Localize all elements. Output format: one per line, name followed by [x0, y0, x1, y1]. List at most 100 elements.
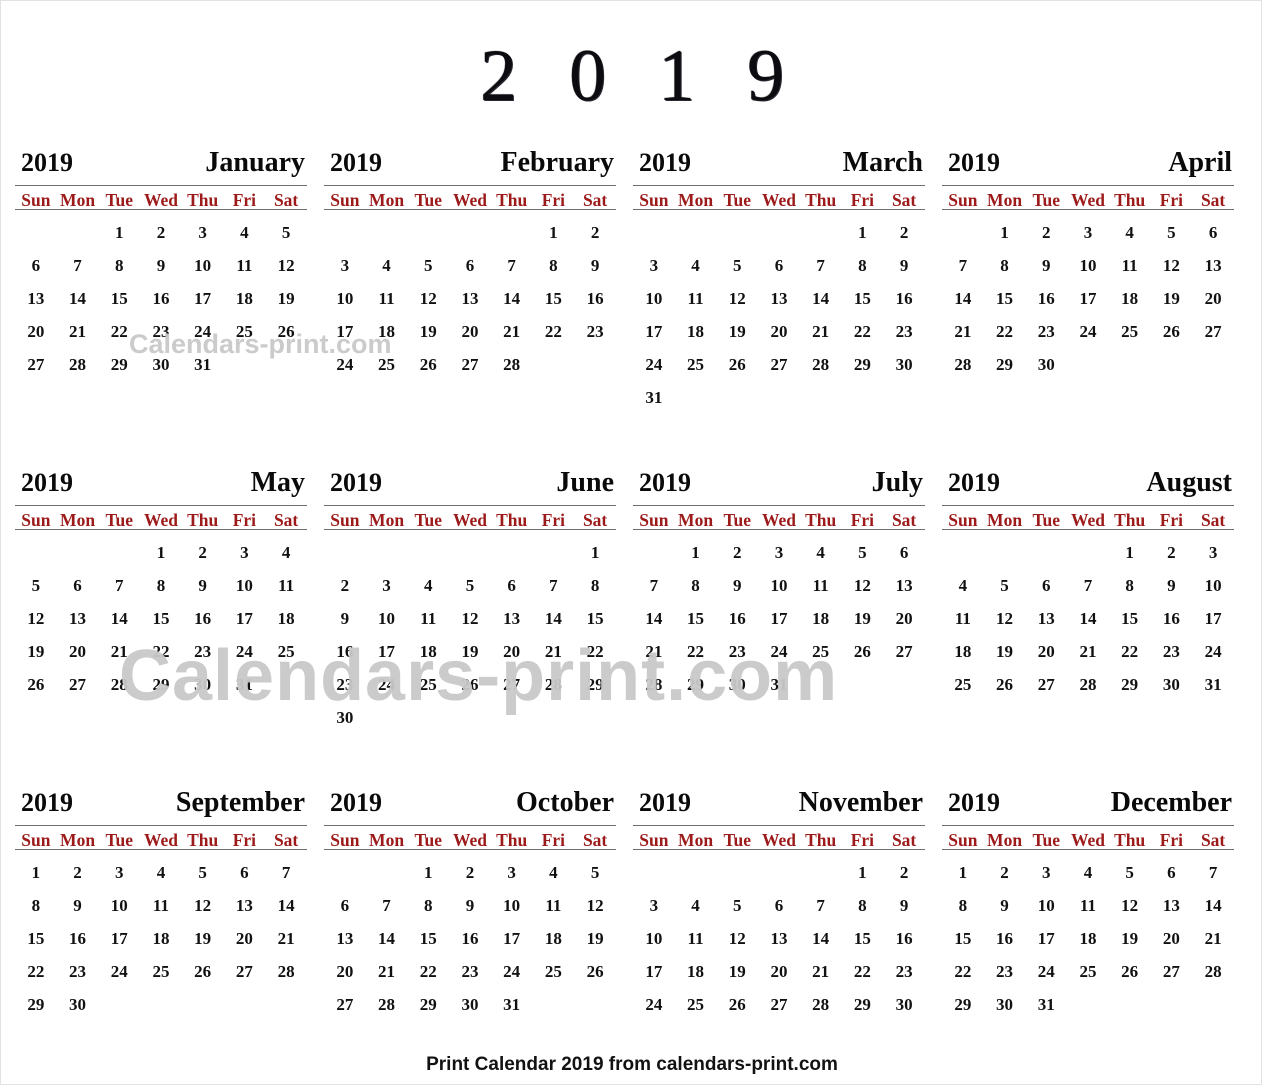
day-cell[interactable]: 14 [633, 602, 675, 635]
day-cell[interactable]: 21 [98, 635, 140, 668]
day-cell[interactable]: 3 [224, 536, 266, 569]
day-cell[interactable]: 4 [1109, 216, 1151, 249]
day-cell[interactable]: 15 [942, 922, 984, 955]
day-cell[interactable]: 24 [224, 635, 266, 668]
day-cell[interactable]: 9 [716, 569, 758, 602]
day-cell[interactable]: 7 [800, 889, 842, 922]
day-cell[interactable]: 27 [449, 348, 491, 381]
day-cell[interactable]: 4 [407, 569, 449, 602]
day-cell[interactable]: 13 [1192, 249, 1234, 282]
day-cell[interactable]: 8 [1109, 569, 1151, 602]
day-cell[interactable]: 6 [883, 536, 925, 569]
day-cell[interactable]: 14 [491, 282, 533, 315]
day-cell[interactable]: 17 [366, 635, 408, 668]
day-cell[interactable]: 13 [449, 282, 491, 315]
day-cell[interactable]: 13 [324, 922, 366, 955]
day-cell[interactable]: 28 [98, 668, 140, 701]
day-cell[interactable]: 14 [800, 922, 842, 955]
day-cell[interactable]: 5 [716, 889, 758, 922]
day-cell[interactable]: 10 [633, 282, 675, 315]
day-cell[interactable]: 27 [224, 955, 266, 988]
day-cell[interactable]: 30 [1025, 348, 1067, 381]
day-cell[interactable]: 5 [984, 569, 1026, 602]
day-cell[interactable]: 16 [182, 602, 224, 635]
day-cell[interactable]: 30 [324, 701, 366, 734]
day-cell[interactable]: 28 [1067, 668, 1109, 701]
day-cell[interactable]: 10 [366, 602, 408, 635]
day-cell[interactable]: 16 [716, 602, 758, 635]
day-cell[interactable]: 19 [842, 602, 884, 635]
day-cell[interactable]: 13 [491, 602, 533, 635]
day-cell[interactable]: 18 [800, 602, 842, 635]
day-cell[interactable]: 12 [574, 889, 616, 922]
day-cell[interactable]: 30 [182, 668, 224, 701]
day-cell[interactable]: 19 [1151, 282, 1193, 315]
day-cell[interactable]: 11 [224, 249, 266, 282]
day-cell[interactable]: 1 [574, 536, 616, 569]
day-cell[interactable]: 24 [1192, 635, 1234, 668]
day-cell[interactable]: 10 [1192, 569, 1234, 602]
day-cell[interactable]: 29 [140, 668, 182, 701]
day-cell[interactable]: 31 [182, 348, 224, 381]
day-cell[interactable]: 16 [984, 922, 1026, 955]
day-cell[interactable]: 16 [57, 922, 99, 955]
day-cell[interactable]: 12 [716, 922, 758, 955]
day-cell[interactable]: 26 [1109, 955, 1151, 988]
day-cell[interactable]: 29 [675, 668, 717, 701]
day-cell[interactable]: 23 [182, 635, 224, 668]
day-cell[interactable]: 11 [366, 282, 408, 315]
day-cell[interactable]: 1 [98, 216, 140, 249]
day-cell[interactable]: 20 [224, 922, 266, 955]
day-cell[interactable]: 26 [716, 988, 758, 1021]
day-cell[interactable]: 23 [140, 315, 182, 348]
day-cell[interactable]: 3 [366, 569, 408, 602]
day-cell[interactable]: 28 [800, 988, 842, 1021]
day-cell[interactable]: 12 [449, 602, 491, 635]
day-cell[interactable]: 30 [883, 348, 925, 381]
day-cell[interactable]: 13 [1151, 889, 1193, 922]
day-cell[interactable]: 1 [1109, 536, 1151, 569]
day-cell[interactable]: 14 [1067, 602, 1109, 635]
day-cell[interactable]: 7 [57, 249, 99, 282]
day-cell[interactable]: 27 [1192, 315, 1234, 348]
day-cell[interactable]: 30 [140, 348, 182, 381]
day-cell[interactable]: 16 [1025, 282, 1067, 315]
day-cell[interactable]: 3 [1192, 536, 1234, 569]
day-cell[interactable]: 15 [15, 922, 57, 955]
day-cell[interactable]: 6 [1025, 569, 1067, 602]
day-cell[interactable]: 17 [324, 315, 366, 348]
day-cell[interactable]: 5 [842, 536, 884, 569]
day-cell[interactable]: 26 [1151, 315, 1193, 348]
day-cell[interactable]: 14 [800, 282, 842, 315]
day-cell[interactable]: 20 [449, 315, 491, 348]
day-cell[interactable]: 22 [842, 955, 884, 988]
day-cell[interactable]: 24 [182, 315, 224, 348]
day-cell[interactable]: 9 [57, 889, 99, 922]
day-cell[interactable]: 23 [449, 955, 491, 988]
day-cell[interactable]: 14 [942, 282, 984, 315]
day-cell[interactable]: 7 [98, 569, 140, 602]
day-cell[interactable]: 1 [842, 216, 884, 249]
day-cell[interactable]: 15 [407, 922, 449, 955]
day-cell[interactable]: 13 [1025, 602, 1067, 635]
day-cell[interactable]: 7 [800, 249, 842, 282]
day-cell[interactable]: 17 [182, 282, 224, 315]
day-cell[interactable]: 20 [1151, 922, 1193, 955]
day-cell[interactable]: 17 [633, 315, 675, 348]
day-cell[interactable]: 20 [1025, 635, 1067, 668]
day-cell[interactable]: 2 [716, 536, 758, 569]
day-cell[interactable]: 24 [366, 668, 408, 701]
day-cell[interactable]: 25 [265, 635, 307, 668]
day-cell[interactable]: 11 [140, 889, 182, 922]
day-cell[interactable]: 27 [1151, 955, 1193, 988]
day-cell[interactable]: 25 [366, 348, 408, 381]
day-cell[interactable]: 26 [15, 668, 57, 701]
day-cell[interactable]: 5 [716, 249, 758, 282]
day-cell[interactable]: 28 [491, 348, 533, 381]
day-cell[interactable]: 12 [182, 889, 224, 922]
day-cell[interactable]: 29 [984, 348, 1026, 381]
day-cell[interactable]: 6 [324, 889, 366, 922]
day-cell[interactable]: 30 [883, 988, 925, 1021]
day-cell[interactable]: 9 [182, 569, 224, 602]
day-cell[interactable]: 14 [1192, 889, 1234, 922]
